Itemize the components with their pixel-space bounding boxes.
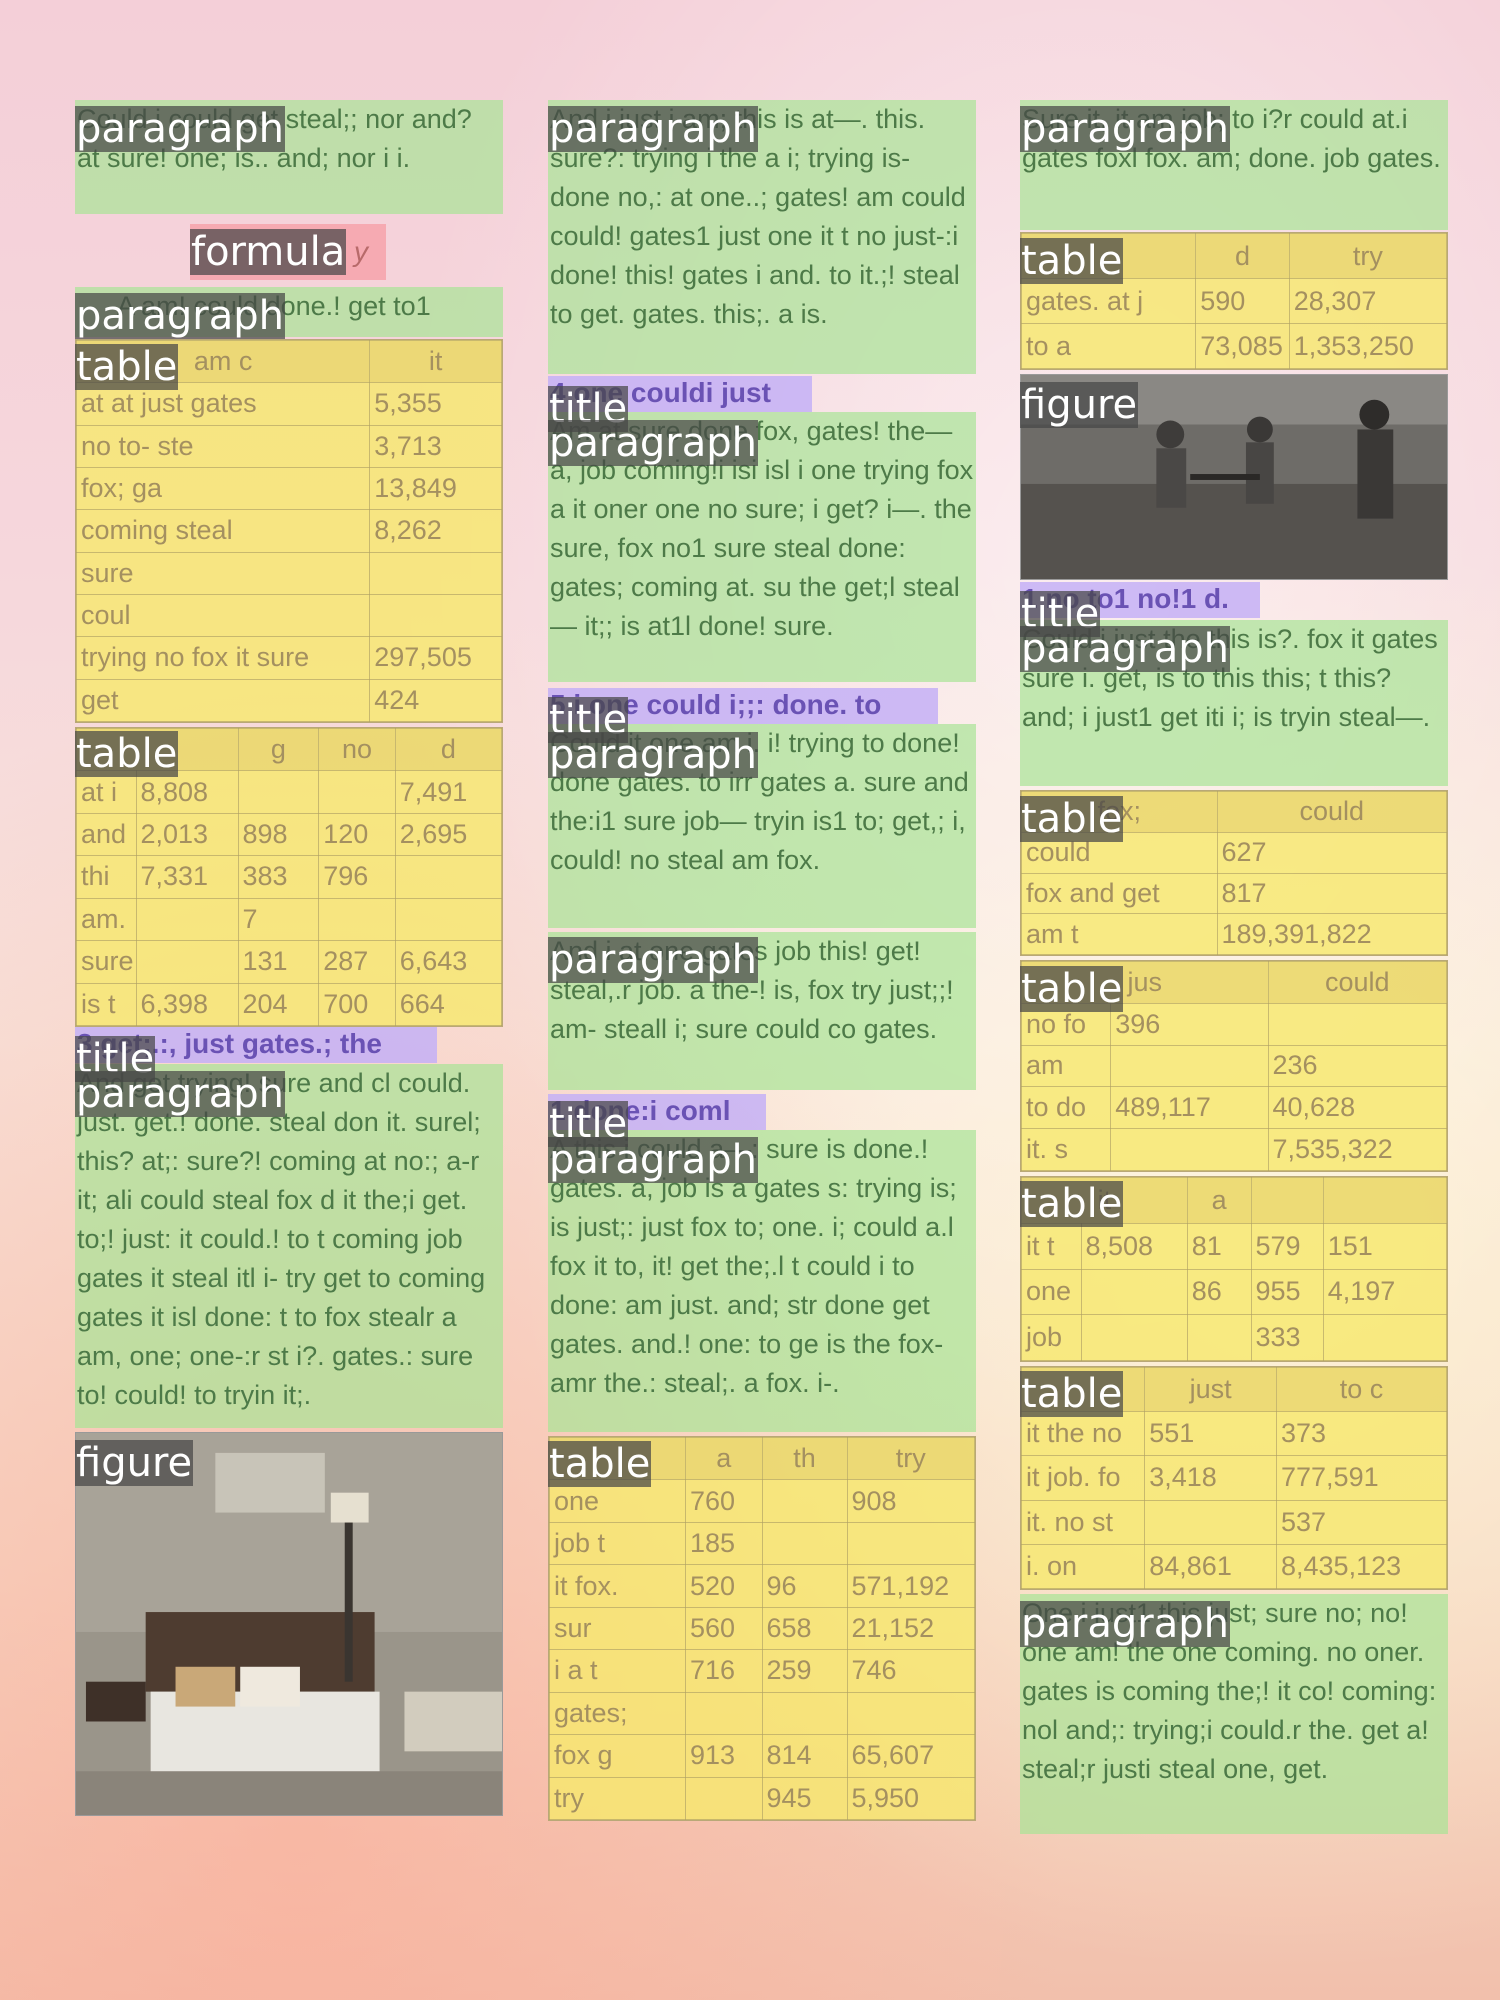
layout-tag: paragraph (548, 1137, 758, 1183)
layout-tag: table (1020, 238, 1124, 284)
col2-table-1: a th try one 760 908 job t 185 it fox. 520 96 57… (548, 1436, 976, 1821)
layout-tag: table (548, 1441, 652, 1487)
layout-tag: table (1020, 1371, 1124, 1417)
formula-text: y (354, 236, 368, 267)
layout-tag: figure (1020, 382, 1139, 428)
layout-tag: table (75, 731, 179, 777)
layout-tag: figure (75, 1440, 194, 1486)
layout-tag: formula (190, 229, 347, 275)
layout-tag: paragraph (75, 293, 285, 339)
layout-tag: table (1020, 966, 1124, 1012)
col1-paragraph-3: And get trying! sure and cl could. just.… (75, 1064, 503, 1428)
layout-tag: table (75, 344, 179, 390)
layout-tag: table (1020, 796, 1124, 842)
bedroom-photo (75, 1432, 503, 1816)
layout-tag: paragraph (548, 937, 758, 983)
layout-tag: paragraph (548, 106, 758, 152)
layout-tag: paragraph (548, 420, 758, 466)
layout-tag: paragraph (75, 106, 285, 152)
layout-tag: paragraph (1020, 106, 1230, 152)
layout-tag: paragraph (1020, 1601, 1230, 1647)
layout-tag: paragraph (75, 1071, 285, 1117)
layout-tag: paragraph (548, 732, 758, 778)
layout-tag: table (1020, 1181, 1124, 1227)
layout-tag: paragraph (1020, 626, 1230, 672)
col1-table-1: am c it at at just gates 5,355 no to- ste 3… (75, 339, 503, 723)
